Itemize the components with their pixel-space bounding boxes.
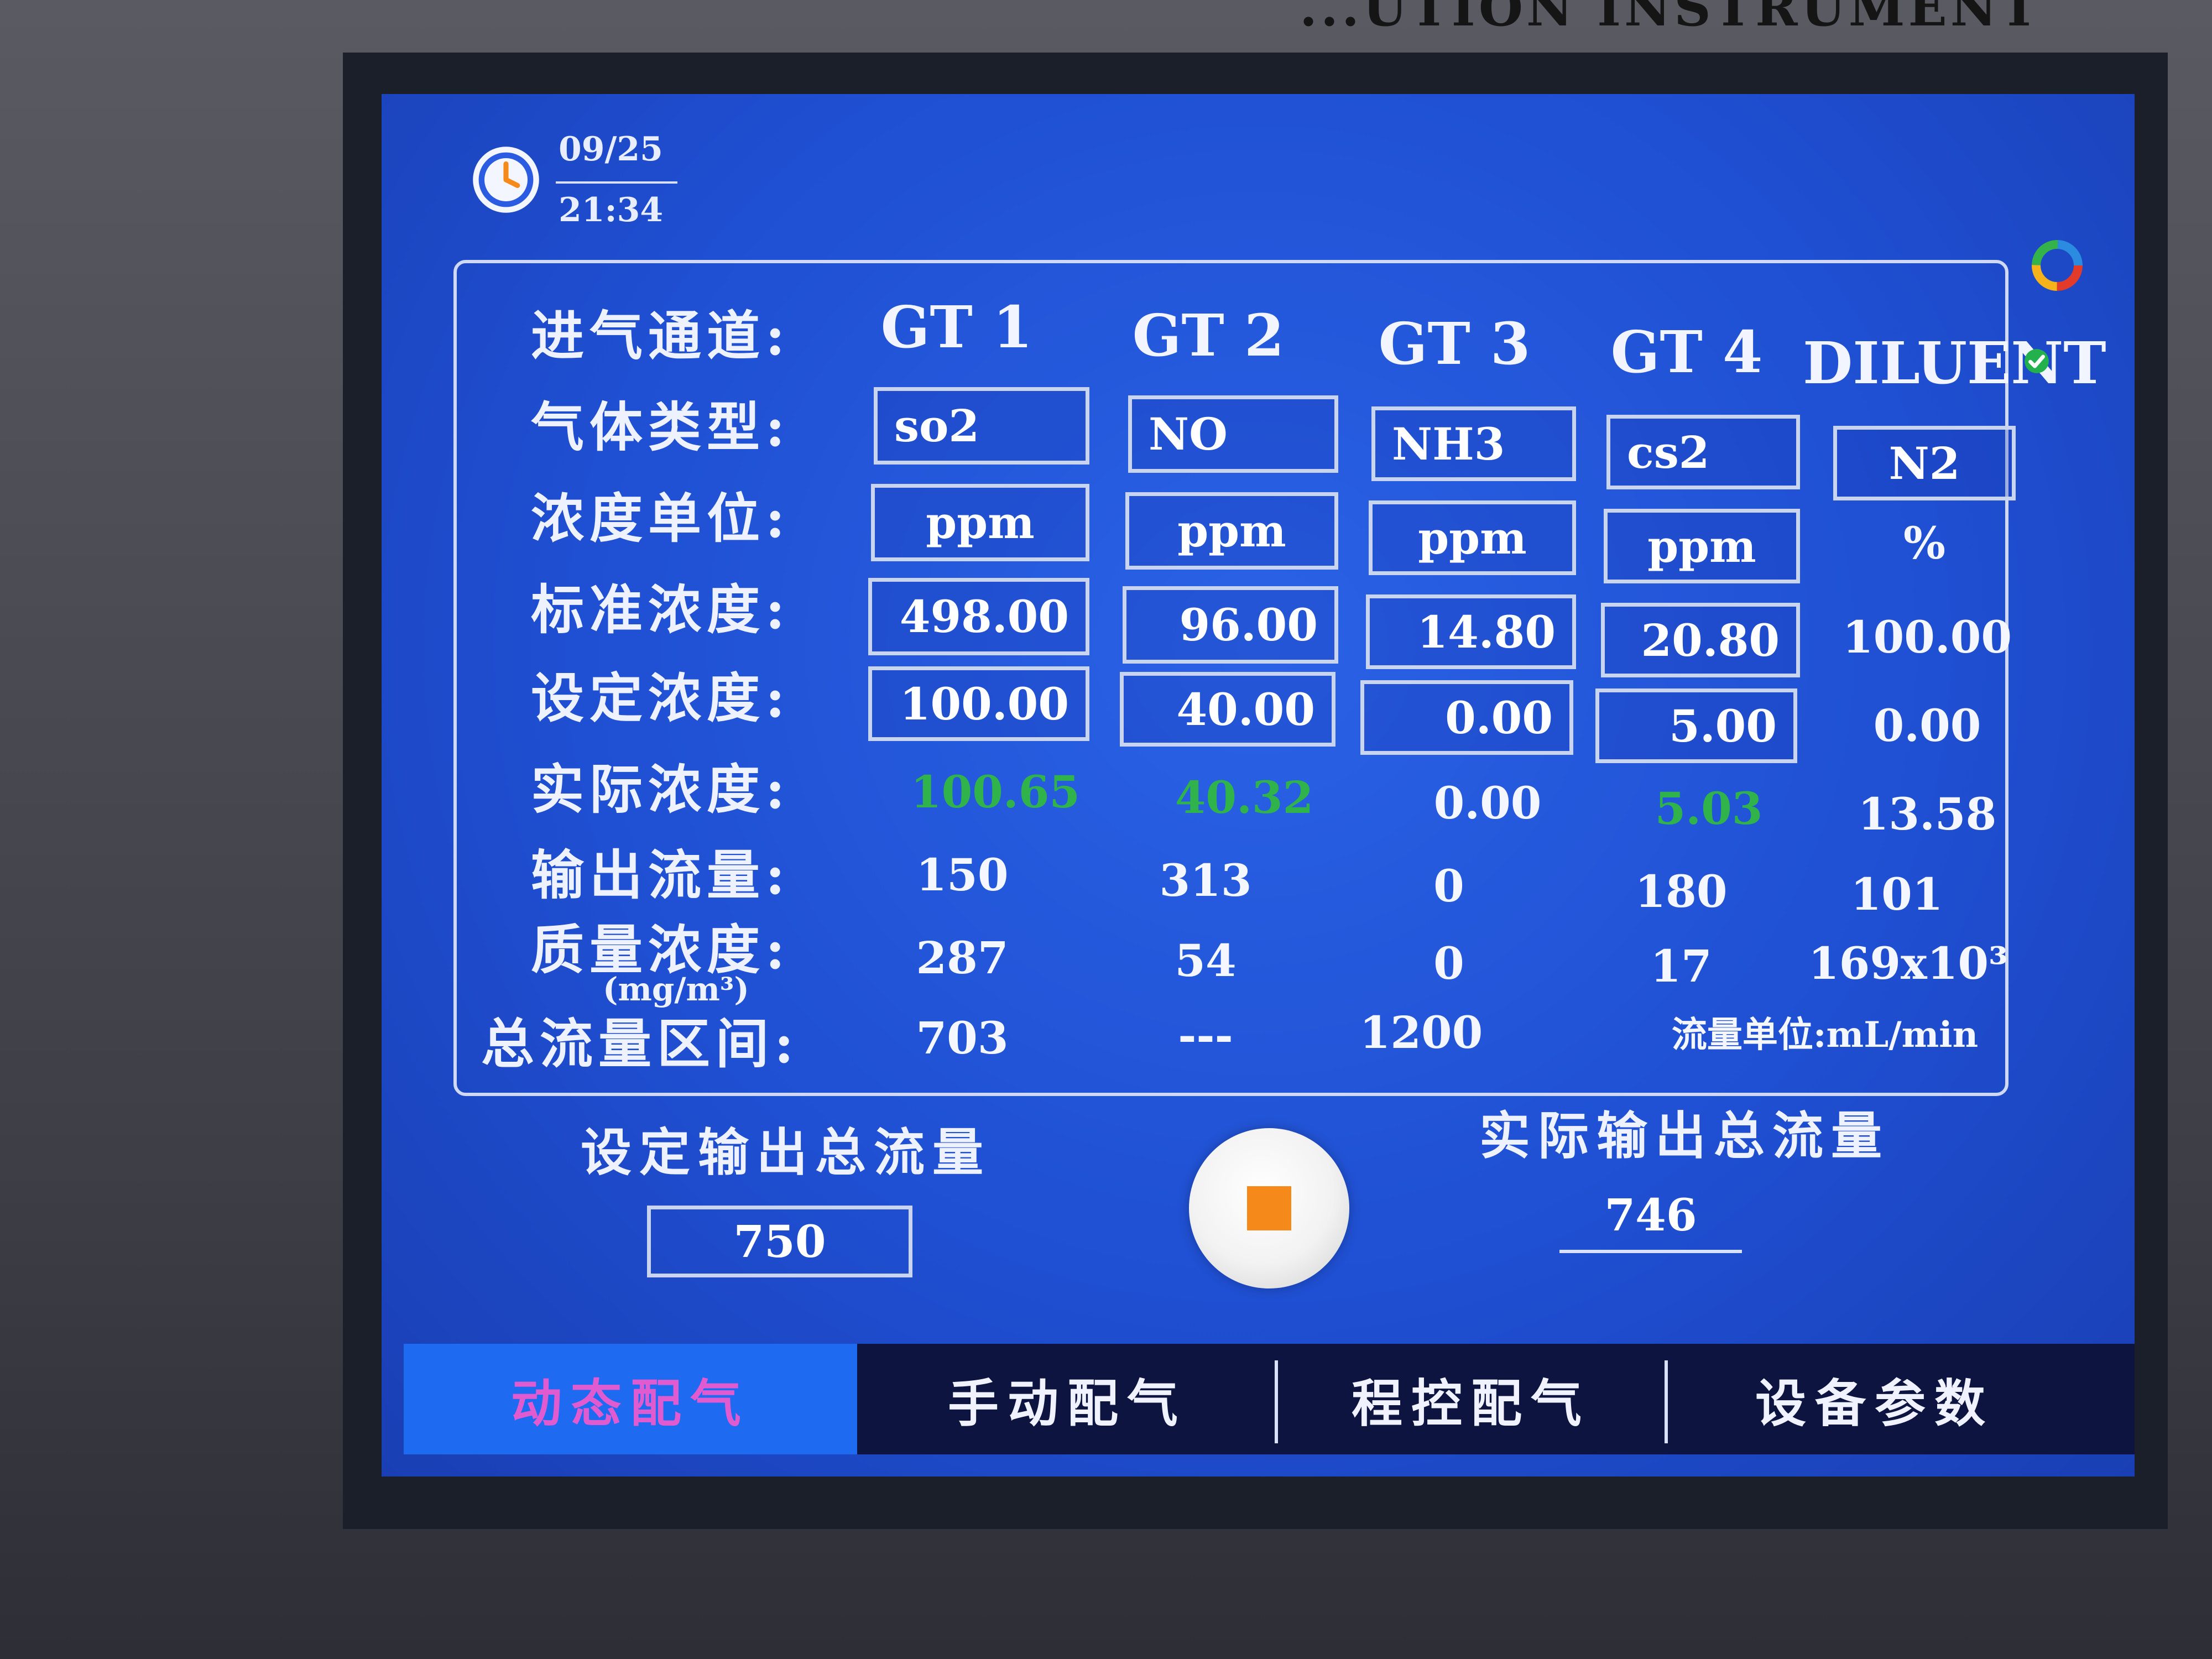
stop-button[interactable] xyxy=(1189,1128,1349,1288)
stop-icon xyxy=(1247,1186,1291,1230)
mass-conc-gt3: 0 xyxy=(1433,937,1464,989)
unit-field-gt2[interactable]: ppm xyxy=(1125,492,1338,570)
output-flow-gt1: 150 xyxy=(916,849,1009,901)
actual-conc-gt4: 5.03 xyxy=(1655,782,1763,834)
actual-total-flow-label: 实际输出总流量 xyxy=(1479,1106,1890,1166)
row-label-set-conc: 设定浓度: xyxy=(531,667,791,729)
standard-conc-field-gt3[interactable]: 14.80 xyxy=(1366,594,1576,669)
actual-conc-gt2: 40.32 xyxy=(1175,771,1314,823)
set-conc-field-gt1[interactable]: 100.00 xyxy=(868,666,1089,741)
standard-conc-field-gt1[interactable]: 498.00 xyxy=(868,578,1089,655)
device-bezel: ...UTION INSTRUMENT 09/25 21:34 进气通道: 气体… xyxy=(0,0,2212,1659)
row-label-gas-type: 气体类型: xyxy=(531,396,791,458)
col-head-gt4: GT 4 xyxy=(1610,318,1763,386)
set-conc-value-diluent: 0.00 xyxy=(1873,700,1981,752)
mass-conc-gt2: 54 xyxy=(1175,935,1237,987)
set-total-flow-field[interactable]: 750 xyxy=(647,1206,912,1277)
brand-text: ...UTION INSTRUMENT xyxy=(1300,0,2042,38)
touch-screen: 09/25 21:34 进气通道: 气体类型: 浓度单位: 标准浓度: 设定浓度… xyxy=(382,94,2135,1477)
col-head-diluent: DILUENT xyxy=(1803,329,2106,397)
tab-manual-mixing[interactable]: 手动配气 xyxy=(863,1344,1272,1454)
col-head-gt2: GT 2 xyxy=(1132,301,1285,369)
actual-conc-gt1: 100.65 xyxy=(910,766,1081,818)
flow-range-gt3: 1200 xyxy=(1359,1006,1483,1058)
tab-device-params[interactable]: 设备参数 xyxy=(1670,1344,2079,1454)
tab-divider xyxy=(1275,1360,1278,1443)
row-label-actual-conc: 实际浓度: xyxy=(531,758,791,821)
standard-conc-field-gt4[interactable]: 20.80 xyxy=(1601,603,1800,677)
col-head-gt1: GT 1 xyxy=(880,293,1033,361)
row-label-output-flow: 输出流量: xyxy=(531,844,791,906)
row-label-standard-conc: 标准浓度: xyxy=(531,578,791,641)
flow-range-gt2: --- xyxy=(1178,1009,1233,1061)
tab-program-mixing[interactable]: 程控配气 xyxy=(1280,1344,1662,1454)
gas-type-field-gt2[interactable]: NO xyxy=(1128,395,1338,473)
col-head-gt3: GT 3 xyxy=(1378,310,1531,378)
flow-unit-note: 流量单位:mL/min xyxy=(1671,1014,1979,1056)
output-flow-gt3: 0 xyxy=(1433,860,1464,912)
unit-field-gt3[interactable]: ppm xyxy=(1369,500,1576,575)
actual-conc-gt3: 0.00 xyxy=(1433,777,1542,829)
gas-type-field-diluent[interactable]: N2 xyxy=(1833,426,2016,500)
gas-type-field-gt4[interactable]: cs2 xyxy=(1606,415,1800,489)
output-flow-gt4: 180 xyxy=(1635,865,1728,917)
row-label-conc-unit: 浓度单位: xyxy=(531,487,791,550)
mass-conc-gt4: 17 xyxy=(1650,940,1712,992)
check-icon xyxy=(2025,349,2049,373)
tab-dynamic-mixing[interactable]: 动态配气 xyxy=(404,1344,857,1454)
gas-type-field-gt3[interactable]: NH3 xyxy=(1371,406,1576,481)
flow-range-gt1: 703 xyxy=(916,1012,1009,1064)
mass-conc-diluent: 169x10³ xyxy=(1808,937,2008,989)
clock-icon[interactable] xyxy=(470,144,542,216)
set-total-flow-label: 设定输出总流量 xyxy=(581,1123,992,1182)
set-conc-field-gt3[interactable]: 0.00 xyxy=(1360,680,1573,755)
output-flow-diluent: 101 xyxy=(1850,868,1943,920)
actual-conc-diluent: 13.58 xyxy=(1858,788,1997,840)
bottom-tab-bar: 动态配气 手动配气 程控配气 设备参数 xyxy=(404,1344,2135,1454)
mass-conc-gt1: 287 xyxy=(916,932,1009,984)
ring-logo-icon[interactable] xyxy=(2030,238,2085,293)
actual-total-flow-value: 746 xyxy=(1559,1189,1742,1253)
unit-value-diluent: % xyxy=(1903,517,1945,569)
unit-field-gt1[interactable]: ppm xyxy=(871,484,1089,561)
row-label-total-flow-range: 总流量区间: xyxy=(481,1013,800,1075)
standard-conc-value-diluent: 100.00 xyxy=(1842,611,2012,663)
set-conc-field-gt2[interactable]: 40.00 xyxy=(1120,672,1335,747)
set-conc-field-gt4[interactable]: 5.00 xyxy=(1595,688,1797,763)
date-display: 09/25 xyxy=(559,130,663,169)
output-flow-gt2: 313 xyxy=(1159,854,1252,906)
row-label-channel: 进气通道: xyxy=(531,305,791,367)
date-divider xyxy=(556,181,677,184)
standard-conc-field-gt2[interactable]: 96.00 xyxy=(1123,586,1338,664)
gas-type-field-gt1[interactable]: so2 xyxy=(874,387,1089,465)
unit-field-gt4[interactable]: ppm xyxy=(1604,509,1800,583)
tab-divider xyxy=(1665,1360,1668,1443)
time-display: 21:34 xyxy=(559,191,664,229)
